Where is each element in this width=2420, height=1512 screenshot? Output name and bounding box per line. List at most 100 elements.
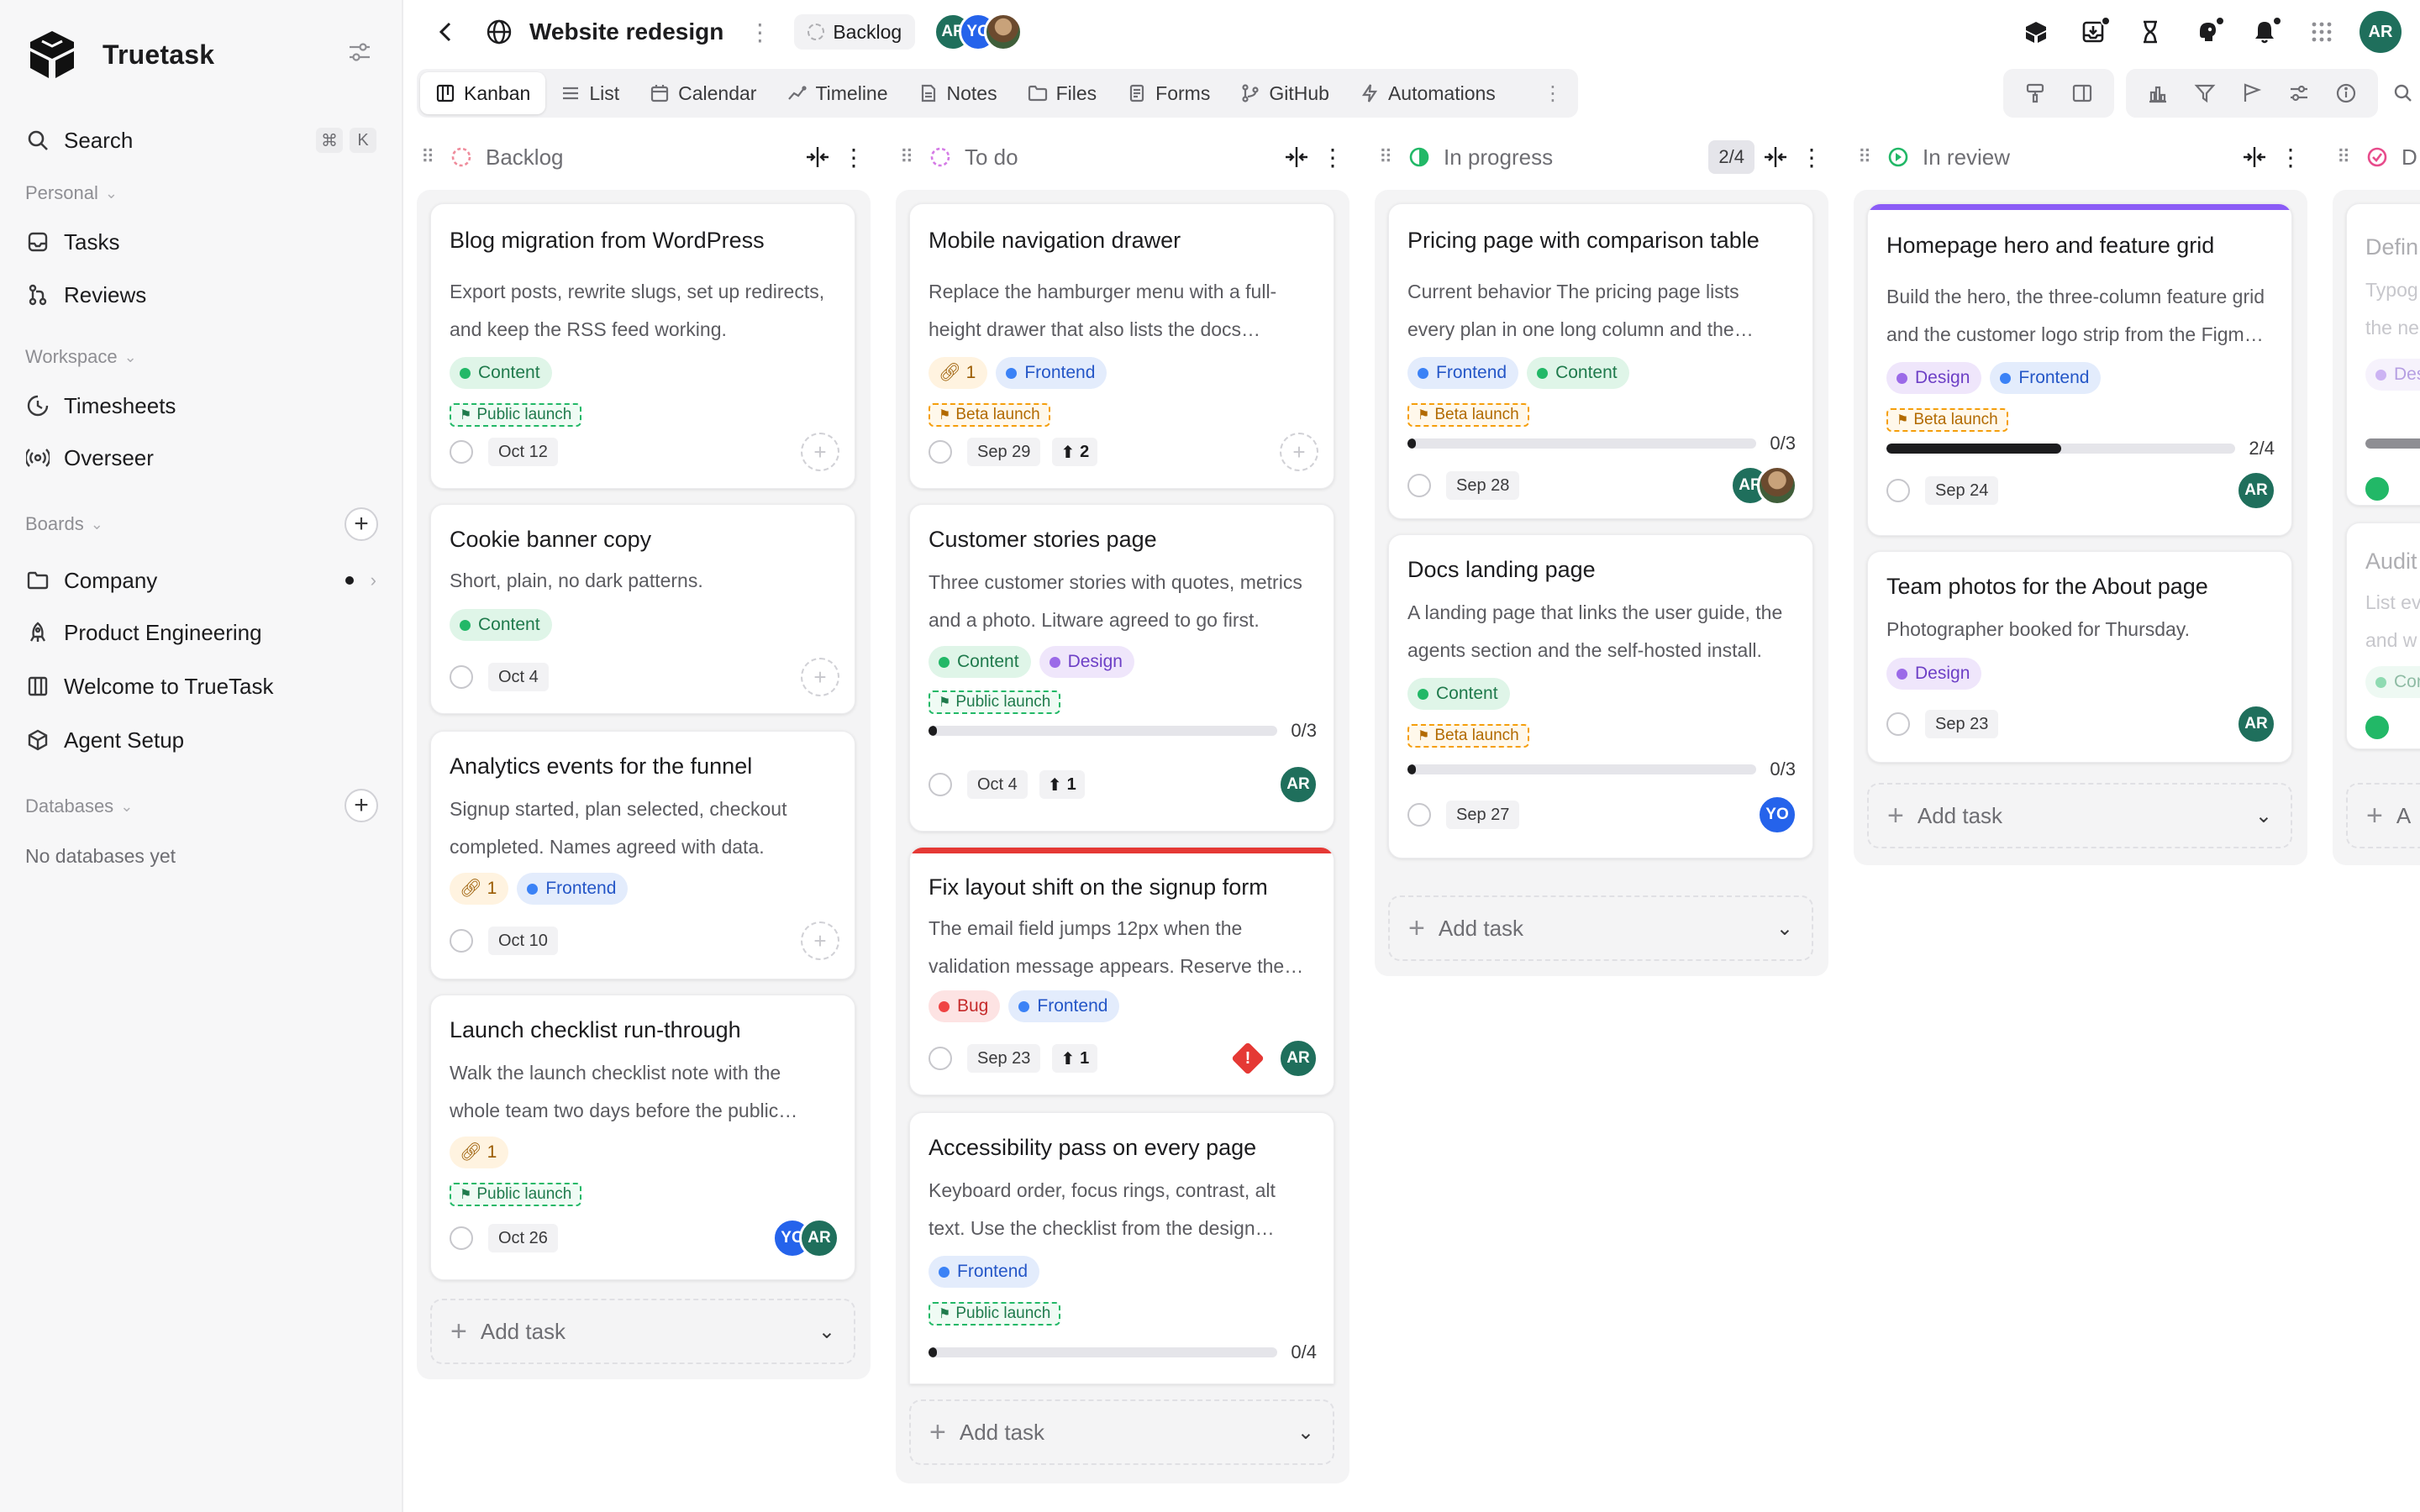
drag-handle-icon[interactable]: ⠿ xyxy=(896,144,918,170)
section-boards[interactable]: Boards ⌄ xyxy=(25,507,376,541)
complete-checkbox[interactable] xyxy=(1407,474,1431,497)
collapse-column-icon[interactable] xyxy=(803,143,832,171)
apps-grid-button[interactable] xyxy=(2301,11,2343,53)
notifications-button[interactable] xyxy=(2244,11,2286,53)
tag-design[interactable]: Design xyxy=(1039,646,1134,678)
tab-calendar[interactable]: Calendar xyxy=(634,72,771,114)
tab-files[interactable]: Files xyxy=(1013,72,1113,114)
due-date[interactable]: Sep 24 xyxy=(1925,476,1999,505)
due-date[interactable]: Sep 29 xyxy=(967,438,1041,466)
add-task-button[interactable]: + Add task ⌄ xyxy=(430,1299,855,1364)
sidebar-search[interactable]: Search ⌘ K xyxy=(25,118,376,162)
column-menu-button[interactable]: ⋮ xyxy=(1800,142,1823,172)
column-header-done[interactable]: ⠿ D xyxy=(2333,138,2420,176)
tag-design[interactable]: Design xyxy=(1886,658,1982,690)
sidebar-item-agent-setup[interactable]: Agent Setup xyxy=(25,718,376,762)
complete-checkbox[interactable] xyxy=(929,440,952,464)
link-count-badge[interactable]: 🔗︎ 1 xyxy=(450,873,509,905)
complete-checkbox[interactable] xyxy=(1886,479,1910,502)
complete-checkbox[interactable] xyxy=(450,440,473,464)
add-assignee-button[interactable]: + xyxy=(801,921,839,960)
info-icon[interactable] xyxy=(2323,72,2370,114)
drag-handle-icon[interactable]: ⠿ xyxy=(417,144,439,170)
complete-checkbox[interactable] xyxy=(2365,716,2389,739)
assignees[interactable]: AR xyxy=(1278,764,1318,805)
assistant-button[interactable] xyxy=(2186,11,2228,53)
task-card[interactable]: Audit List ev and w Con xyxy=(2346,522,2420,749)
tab-timeline[interactable]: Timeline xyxy=(771,72,902,114)
project-menu-button[interactable]: ⋮ xyxy=(747,15,772,49)
collapse-column-icon[interactable] xyxy=(2240,143,2269,171)
section-workspace[interactable]: Workspace ⌄ xyxy=(25,340,376,374)
complete-checkbox[interactable] xyxy=(929,1047,952,1070)
assignees[interactable]: AR xyxy=(1730,465,1797,506)
tag-frontend[interactable]: Frontend xyxy=(1407,357,1519,389)
chevron-down-icon[interactable]: ⌄ xyxy=(1776,916,1793,941)
add-assignee-button[interactable]: + xyxy=(801,658,839,696)
tag-content[interactable]: Content xyxy=(450,357,552,389)
task-card[interactable]: Blog migration from WordPress Export pos… xyxy=(430,203,855,489)
task-card[interactable]: Customer stories page Three customer sto… xyxy=(909,504,1334,832)
tag-frontend[interactable]: Frontend xyxy=(929,1256,1040,1288)
due-date[interactable]: Sep 28 xyxy=(1446,471,1520,500)
drag-handle-icon[interactable]: ⠿ xyxy=(1375,144,1397,170)
add-task-button[interactable]: + Add task ⌄ xyxy=(1867,783,2292,848)
assignees[interactable]: YO xyxy=(1757,795,1797,835)
milestone-badge[interactable]: ⚑ Beta launch xyxy=(1407,403,1529,427)
task-card[interactable]: Defin Typog the ne Des xyxy=(2346,203,2420,506)
task-card[interactable]: Analytics events for the funnel Signup s… xyxy=(430,731,855,979)
tab-list[interactable]: List xyxy=(545,72,634,114)
task-card[interactable]: Launch checklist run-through Walk the la… xyxy=(430,995,855,1280)
sidebar-item-welcome[interactable]: Welcome to TrueTask xyxy=(25,664,376,708)
due-date[interactable]: Oct 4 xyxy=(488,663,549,691)
tag-content[interactable]: Content xyxy=(929,646,1031,678)
sidebar-item-tasks[interactable]: Tasks xyxy=(25,220,376,264)
milestone-badge[interactable]: ⚑ Public launch xyxy=(929,1302,1061,1326)
chevron-down-icon[interactable]: ⌄ xyxy=(1297,1420,1314,1445)
chevron-down-icon[interactable]: ⌄ xyxy=(2255,804,2272,828)
column-menu-button[interactable]: ⋮ xyxy=(842,142,865,172)
task-card[interactable]: Pricing page with comparison table Curre… xyxy=(1388,203,1813,519)
complete-checkbox[interactable] xyxy=(1886,712,1910,736)
chevron-down-icon[interactable]: ⌄ xyxy=(818,1320,835,1344)
add-task-button[interactable]: + A xyxy=(2346,783,2420,848)
due-date[interactable]: Sep 23 xyxy=(967,1044,1041,1073)
milestone-badge[interactable]: ⚑ Public launch xyxy=(450,403,582,427)
due-date[interactable]: Sep 23 xyxy=(1925,710,1999,738)
sidebar-item-reviews[interactable]: Reviews xyxy=(25,273,376,317)
add-assignee-button[interactable]: + xyxy=(1280,433,1318,471)
due-date[interactable]: Oct 4 xyxy=(967,770,1028,799)
assignees[interactable]: AR xyxy=(2236,470,2276,511)
tag-frontend[interactable]: Frontend xyxy=(1008,990,1120,1022)
milestone-badge[interactable]: ⚑ Public launch xyxy=(450,1183,582,1206)
project-title[interactable]: Website redesign xyxy=(529,18,723,45)
project-members[interactable]: AR YO xyxy=(934,13,1023,51)
due-date[interactable]: Oct 10 xyxy=(488,927,558,955)
paint-icon[interactable] xyxy=(2012,72,2059,114)
task-card[interactable]: Fix layout shift on the signup form The … xyxy=(909,847,1334,1095)
tag-content[interactable]: Con xyxy=(2365,666,2420,698)
task-card[interactable]: Team photos for the About page Photograp… xyxy=(1867,551,2292,763)
inbox-button[interactable] xyxy=(2072,11,2114,53)
column-menu-button[interactable]: ⋮ xyxy=(2279,142,2302,172)
task-card[interactable]: Docs landing page A landing page that li… xyxy=(1388,534,1813,858)
sliders-icon[interactable] xyxy=(2275,72,2323,114)
project-status-pill[interactable]: Backlog xyxy=(794,14,916,50)
tag-frontend[interactable]: Frontend xyxy=(1990,362,2102,394)
sidebar-item-overseer[interactable]: Overseer xyxy=(25,436,376,480)
brand[interactable]: Truetask xyxy=(25,25,214,84)
tab-automations[interactable]: Automations xyxy=(1344,72,1511,114)
search-icon[interactable] xyxy=(2386,72,2420,114)
due-date[interactable]: Sep 27 xyxy=(1446,801,1520,829)
sidebar-item-product-engineering[interactable]: Product Engineering xyxy=(25,611,376,654)
tag-content[interactable]: Content xyxy=(1407,678,1510,710)
back-button[interactable] xyxy=(427,13,464,50)
milestone-badge[interactable]: ⚑ Public launch xyxy=(929,690,1061,714)
tag-bug[interactable]: Bug xyxy=(929,990,1001,1022)
add-task-button[interactable]: + Add task ⌄ xyxy=(909,1399,1334,1465)
due-date[interactable]: Oct 12 xyxy=(488,438,558,466)
tag-design[interactable]: Design xyxy=(1886,362,1982,394)
panel-icon[interactable] xyxy=(2059,72,2106,114)
drag-handle-icon[interactable]: ⠿ xyxy=(2333,144,2354,170)
timer-button[interactable] xyxy=(2129,11,2171,53)
